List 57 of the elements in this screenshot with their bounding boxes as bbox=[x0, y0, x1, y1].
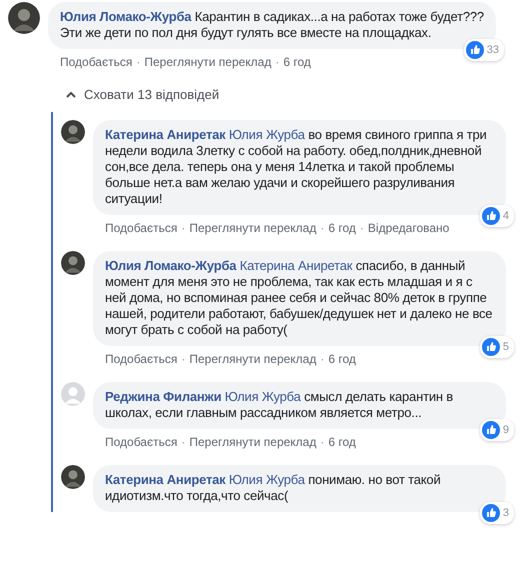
author-link[interactable]: Юлия Ломако-Журба bbox=[105, 258, 236, 273]
action-link[interactable]: Переглянути переклад bbox=[189, 435, 316, 449]
caret-icon bbox=[66, 91, 76, 98]
comment-text: Катерина Аниретак Юлия Журба во время свиного гриппа я три недели водила 3летку с собой на работу. обед,полдник,дневной сон,все дела. теперь она у меня 14летка и такой проблемы больше нет.а вам желаю удачи и скорейшего разруливания ситуации! bbox=[105, 127, 488, 207]
reaction-badge[interactable]: 5 bbox=[480, 336, 514, 358]
comment-text: Юлия Ломако-Журба Карантин в садиках...а на работах тоже будет??? Эти же дети по пол дня будут гулять все вместе на площадках. bbox=[60, 9, 484, 41]
mention-link[interactable]: Катерина Аниретак bbox=[240, 258, 352, 273]
action-link[interactable]: Відредаговано bbox=[368, 221, 450, 235]
mention-link[interactable]: Юлия Журба bbox=[228, 127, 305, 142]
author-link[interactable]: Катерина Аниретак bbox=[105, 127, 226, 142]
reaction-badge[interactable]: 9 bbox=[480, 419, 514, 441]
avatar[interactable] bbox=[61, 120, 85, 144]
like-icon bbox=[482, 338, 500, 356]
separator-dot: · bbox=[320, 221, 324, 235]
like-icon bbox=[482, 504, 500, 522]
separator-dot: · bbox=[320, 435, 324, 449]
action-link[interactable]: Подобається bbox=[105, 435, 178, 449]
action-link[interactable]: 6 год bbox=[328, 221, 356, 235]
like-icon bbox=[482, 207, 500, 225]
reaction-count: 9 bbox=[502, 424, 509, 436]
author-link[interactable]: Юлия Ломако-Журба bbox=[60, 9, 192, 24]
reaction-badge[interactable]: 33 bbox=[464, 39, 504, 61]
reaction-count: 4 bbox=[502, 210, 509, 222]
action-link[interactable]: Подобається bbox=[105, 221, 178, 235]
separator-dot: · bbox=[136, 55, 140, 69]
action-link[interactable]: Переглянути переклад bbox=[189, 352, 316, 366]
reaction-count: 5 bbox=[502, 341, 509, 353]
avatar[interactable] bbox=[8, 2, 40, 34]
reaction-count: 3 bbox=[502, 507, 509, 519]
separator-dot: · bbox=[181, 352, 186, 366]
separator-dot: · bbox=[320, 352, 324, 366]
action-link[interactable]: Переглянути переклад bbox=[144, 55, 272, 69]
mention-link[interactable]: Юлия Журба bbox=[228, 472, 305, 487]
comment-text: Реджина Филанжи Юлия Журба смысл делать карантин в школах, если главным рассадником является метро... bbox=[105, 389, 454, 421]
reaction-count: 33 bbox=[486, 44, 499, 56]
action-link[interactable]: Подобається bbox=[60, 55, 132, 69]
action-link[interactable]: 6 год bbox=[328, 435, 356, 449]
like-icon bbox=[466, 41, 484, 59]
author-link[interactable]: Реджина Филанжи bbox=[105, 389, 222, 404]
author-link[interactable]: Катерина Аниретак bbox=[105, 472, 226, 487]
hide-replies-button[interactable]: Сховати 13 відповідей bbox=[66, 87, 220, 102]
separator-dot: · bbox=[181, 435, 186, 449]
action-link[interactable]: Переглянути переклад bbox=[189, 221, 316, 235]
action-link[interactable]: 6 год bbox=[283, 55, 311, 69]
action-link[interactable]: Подобається bbox=[105, 352, 178, 366]
mention-link[interactable]: Юлия Журба bbox=[224, 389, 301, 404]
separator-dot: · bbox=[181, 221, 186, 235]
comment-text: Катерина Аниретак Юлия Журба понимаю. но вот такой идиотизм.что тогда,что сейчас( bbox=[105, 472, 442, 504]
avatar[interactable] bbox=[61, 251, 85, 275]
reaction-badge[interactable]: 4 bbox=[480, 205, 514, 227]
reaction-badge[interactable]: 3 bbox=[480, 502, 514, 524]
comment-text: Юлия Ломако-Журба Катерина Аниретак спасибо, в данный момент для меня это не проблема, так как есть младшая и я с ней дома, но вспоминая ранее себя и сейчас 80% деток в группе нашей, родители работают, бабушек/дедушек нет и далеко не все могут брать с собой на работу( bbox=[105, 258, 494, 338]
like-icon bbox=[482, 421, 500, 439]
separator-dot: · bbox=[275, 55, 280, 69]
separator-dot: · bbox=[360, 221, 364, 235]
avatar[interactable] bbox=[61, 465, 85, 489]
action-link[interactable]: 6 год bbox=[328, 352, 356, 366]
